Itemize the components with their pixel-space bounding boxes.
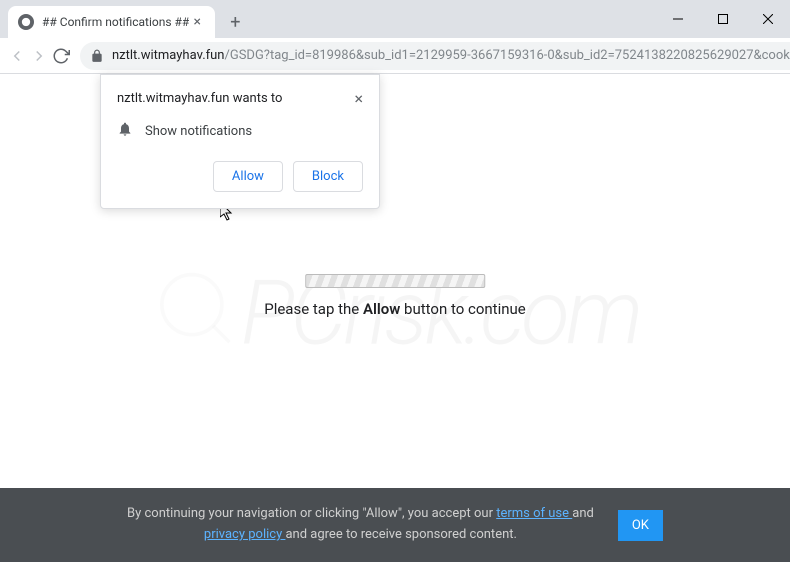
window-controls [655, 0, 790, 38]
titlebar: ## Confirm notifications ## × + [0, 0, 790, 38]
forward-button[interactable] [30, 42, 48, 70]
prompt-site-text: nztlt.witmayhav.fun wants to [117, 91, 282, 106]
new-tab-button[interactable]: + [221, 8, 249, 36]
lock-icon [90, 49, 104, 63]
tab-close-icon[interactable]: × [189, 14, 205, 30]
progress-bar [305, 274, 485, 288]
cookie-text: By continuing your navigation or clickin… [127, 504, 594, 546]
close-window-button[interactable] [745, 0, 790, 38]
prompt-close-icon[interactable]: × [354, 91, 363, 107]
page-content: PCrisk.com nztlt.witmayhav.fun wants to … [0, 74, 790, 562]
minimize-button[interactable] [655, 0, 700, 38]
block-button[interactable]: Block [293, 161, 363, 192]
allow-button[interactable]: Allow [213, 161, 283, 192]
tab-favicon [18, 14, 34, 30]
maximize-button[interactable] [700, 0, 745, 38]
reload-button[interactable] [52, 42, 70, 70]
cookie-ok-button[interactable]: OK [618, 510, 663, 541]
terms-link[interactable]: terms of use [496, 506, 572, 521]
back-button[interactable] [8, 42, 26, 70]
browser-tab[interactable]: ## Confirm notifications ## × [8, 6, 215, 38]
bell-icon [117, 121, 133, 141]
instruction-text: Please tap the Allow button to continue [264, 300, 526, 318]
cookie-consent-bar: By continuing your navigation or clickin… [0, 488, 790, 562]
url-text: nztlt.witmayhav.fun/GSDG?tag_id=819986&s… [112, 48, 790, 63]
tab-title: ## Confirm notifications ## [42, 15, 189, 29]
permission-prompt: nztlt.witmayhav.fun wants to × Show noti… [100, 74, 380, 209]
toolbar: nztlt.witmayhav.fun/GSDG?tag_id=819986&s… [0, 38, 790, 74]
permission-label: Show notifications [145, 124, 252, 139]
page-instruction: Please tap the Allow button to continue [264, 274, 526, 318]
address-bar[interactable]: nztlt.witmayhav.fun/GSDG?tag_id=819986&s… [80, 42, 790, 70]
privacy-link[interactable]: privacy policy [204, 527, 286, 542]
